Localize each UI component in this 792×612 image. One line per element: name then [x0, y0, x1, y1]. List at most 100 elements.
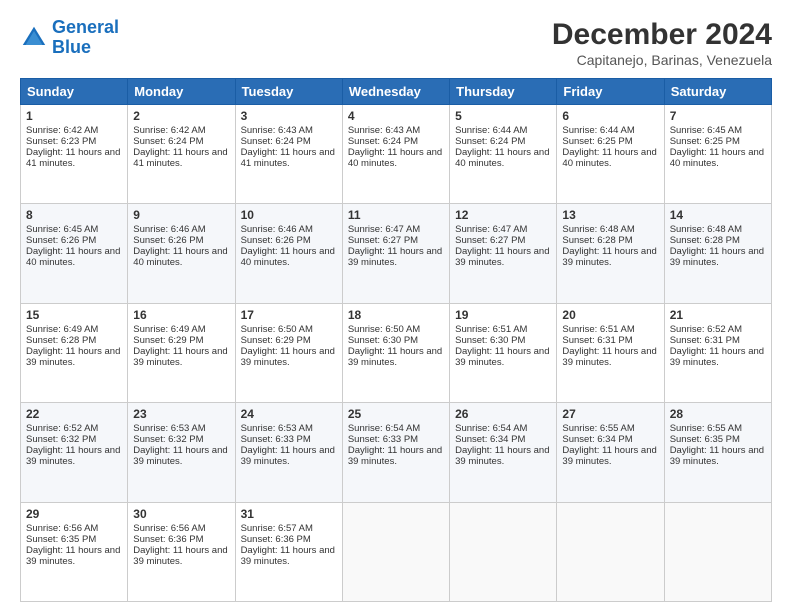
day-number: 2 [133, 109, 229, 123]
subtitle: Capitanejo, Barinas, Venezuela [552, 52, 772, 68]
calendar-cell [557, 502, 664, 601]
daylight-label: Daylight: 11 hours and 40 minutes. [670, 147, 764, 169]
calendar-cell: 8 Sunrise: 6:45 AM Sunset: 6:26 PM Dayli… [21, 204, 128, 303]
header: General Blue December 2024 Capitanejo, B… [20, 18, 772, 68]
daylight-label: Daylight: 11 hours and 39 minutes. [348, 445, 442, 467]
sunset-label: Sunset: 6:24 PM [348, 136, 418, 147]
day-number: 8 [26, 208, 122, 222]
calendar-cell [450, 502, 557, 601]
sunrise-label: Sunrise: 6:44 AM [455, 125, 527, 136]
col-header-tuesday: Tuesday [235, 79, 342, 105]
sunset-label: Sunset: 6:27 PM [348, 235, 418, 246]
sunset-label: Sunset: 6:29 PM [241, 335, 311, 346]
calendar-cell: 13 Sunrise: 6:48 AM Sunset: 6:28 PM Dayl… [557, 204, 664, 303]
day-number: 9 [133, 208, 229, 222]
col-header-monday: Monday [128, 79, 235, 105]
logo-general: General [52, 17, 119, 37]
calendar-cell: 18 Sunrise: 6:50 AM Sunset: 6:30 PM Dayl… [342, 303, 449, 402]
sunrise-label: Sunrise: 6:53 AM [241, 423, 313, 434]
day-number: 27 [562, 407, 658, 421]
sunrise-label: Sunrise: 6:56 AM [26, 523, 98, 534]
daylight-label: Daylight: 11 hours and 40 minutes. [562, 147, 656, 169]
day-number: 16 [133, 308, 229, 322]
sunset-label: Sunset: 6:31 PM [670, 335, 740, 346]
day-number: 6 [562, 109, 658, 123]
calendar-cell: 2 Sunrise: 6:42 AM Sunset: 6:24 PM Dayli… [128, 105, 235, 204]
calendar-cell: 10 Sunrise: 6:46 AM Sunset: 6:26 PM Dayl… [235, 204, 342, 303]
sunset-label: Sunset: 6:36 PM [133, 534, 203, 545]
daylight-label: Daylight: 11 hours and 40 minutes. [348, 147, 442, 169]
daylight-label: Daylight: 11 hours and 39 minutes. [241, 545, 335, 567]
day-number: 15 [26, 308, 122, 322]
calendar-cell: 21 Sunrise: 6:52 AM Sunset: 6:31 PM Dayl… [664, 303, 771, 402]
sunrise-label: Sunrise: 6:53 AM [133, 423, 205, 434]
calendar-cell: 17 Sunrise: 6:50 AM Sunset: 6:29 PM Dayl… [235, 303, 342, 402]
day-number: 5 [455, 109, 551, 123]
calendar-cell: 4 Sunrise: 6:43 AM Sunset: 6:24 PM Dayli… [342, 105, 449, 204]
calendar-week-1: 1 Sunrise: 6:42 AM Sunset: 6:23 PM Dayli… [21, 105, 772, 204]
col-header-friday: Friday [557, 79, 664, 105]
day-number: 1 [26, 109, 122, 123]
col-header-saturday: Saturday [664, 79, 771, 105]
calendar-cell: 12 Sunrise: 6:47 AM Sunset: 6:27 PM Dayl… [450, 204, 557, 303]
sunset-label: Sunset: 6:25 PM [670, 136, 740, 147]
calendar-cell: 5 Sunrise: 6:44 AM Sunset: 6:24 PM Dayli… [450, 105, 557, 204]
day-number: 18 [348, 308, 444, 322]
day-number: 4 [348, 109, 444, 123]
day-number: 30 [133, 507, 229, 521]
main-title: December 2024 [552, 18, 772, 52]
calendar-cell [664, 502, 771, 601]
day-number: 3 [241, 109, 337, 123]
logo-blue: Blue [52, 37, 91, 57]
sunrise-label: Sunrise: 6:48 AM [670, 224, 742, 235]
calendar-cell: 30 Sunrise: 6:56 AM Sunset: 6:36 PM Dayl… [128, 502, 235, 601]
day-number: 28 [670, 407, 766, 421]
sunrise-label: Sunrise: 6:55 AM [562, 423, 634, 434]
daylight-label: Daylight: 11 hours and 39 minutes. [670, 346, 764, 368]
daylight-label: Daylight: 11 hours and 40 minutes. [241, 246, 335, 268]
sunset-label: Sunset: 6:31 PM [562, 335, 632, 346]
calendar-cell: 16 Sunrise: 6:49 AM Sunset: 6:29 PM Dayl… [128, 303, 235, 402]
daylight-label: Daylight: 11 hours and 39 minutes. [562, 346, 656, 368]
calendar-week-4: 22 Sunrise: 6:52 AM Sunset: 6:32 PM Dayl… [21, 403, 772, 502]
daylight-label: Daylight: 11 hours and 40 minutes. [133, 246, 227, 268]
sunrise-label: Sunrise: 6:47 AM [348, 224, 420, 235]
calendar-cell: 22 Sunrise: 6:52 AM Sunset: 6:32 PM Dayl… [21, 403, 128, 502]
daylight-label: Daylight: 11 hours and 41 minutes. [26, 147, 120, 169]
sunset-label: Sunset: 6:32 PM [133, 434, 203, 445]
sunset-label: Sunset: 6:32 PM [26, 434, 96, 445]
daylight-label: Daylight: 11 hours and 39 minutes. [133, 545, 227, 567]
sunset-label: Sunset: 6:30 PM [348, 335, 418, 346]
day-number: 31 [241, 507, 337, 521]
day-number: 10 [241, 208, 337, 222]
calendar-cell: 24 Sunrise: 6:53 AM Sunset: 6:33 PM Dayl… [235, 403, 342, 502]
sunset-label: Sunset: 6:35 PM [26, 534, 96, 545]
sunrise-label: Sunrise: 6:52 AM [26, 423, 98, 434]
calendar-cell: 29 Sunrise: 6:56 AM Sunset: 6:35 PM Dayl… [21, 502, 128, 601]
calendar-cell: 15 Sunrise: 6:49 AM Sunset: 6:28 PM Dayl… [21, 303, 128, 402]
title-block: December 2024 Capitanejo, Barinas, Venez… [552, 18, 772, 68]
daylight-label: Daylight: 11 hours and 39 minutes. [241, 445, 335, 467]
sunset-label: Sunset: 6:26 PM [133, 235, 203, 246]
sunset-label: Sunset: 6:30 PM [455, 335, 525, 346]
sunset-label: Sunset: 6:24 PM [241, 136, 311, 147]
day-number: 17 [241, 308, 337, 322]
logo-icon [20, 24, 48, 52]
daylight-label: Daylight: 11 hours and 39 minutes. [562, 246, 656, 268]
daylight-label: Daylight: 11 hours and 39 minutes. [26, 346, 120, 368]
daylight-label: Daylight: 11 hours and 41 minutes. [241, 147, 335, 169]
calendar-cell: 27 Sunrise: 6:55 AM Sunset: 6:34 PM Dayl… [557, 403, 664, 502]
daylight-label: Daylight: 11 hours and 39 minutes. [26, 545, 120, 567]
sunset-label: Sunset: 6:28 PM [26, 335, 96, 346]
day-number: 21 [670, 308, 766, 322]
sunset-label: Sunset: 6:28 PM [670, 235, 740, 246]
sunset-label: Sunset: 6:25 PM [562, 136, 632, 147]
sunrise-label: Sunrise: 6:50 AM [241, 324, 313, 335]
sunrise-label: Sunrise: 6:47 AM [455, 224, 527, 235]
sunset-label: Sunset: 6:26 PM [241, 235, 311, 246]
day-number: 20 [562, 308, 658, 322]
col-header-wednesday: Wednesday [342, 79, 449, 105]
day-number: 25 [348, 407, 444, 421]
sunrise-label: Sunrise: 6:51 AM [562, 324, 634, 335]
sunrise-label: Sunrise: 6:43 AM [348, 125, 420, 136]
